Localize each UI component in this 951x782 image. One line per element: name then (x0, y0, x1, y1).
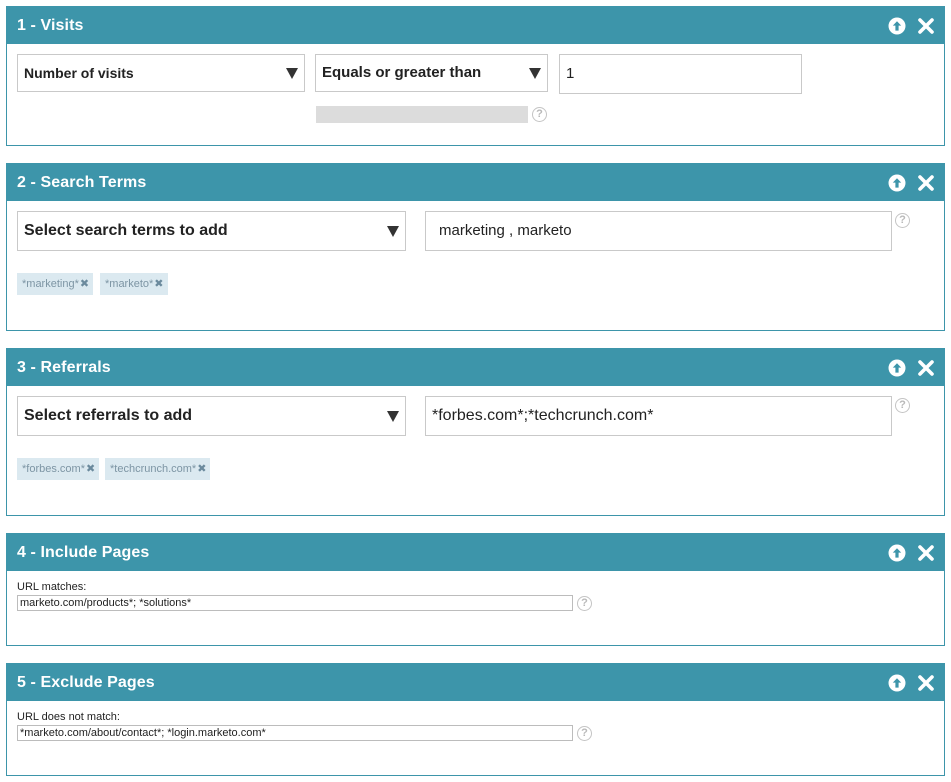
panel-header: 2 - Search Terms (7, 164, 944, 201)
panel-title: 3 - Referrals (17, 359, 111, 376)
disabled-field (316, 106, 528, 123)
panel-actions (888, 16, 935, 35)
move-up-icon[interactable] (888, 359, 906, 377)
panel-actions (888, 173, 935, 192)
panel-header: 1 - Visits (7, 7, 944, 44)
chevron-down-icon (286, 68, 298, 79)
search-terms-input[interactable]: marketing , marketo (425, 211, 892, 251)
help-icon[interactable]: ? (895, 398, 910, 413)
referrals-select[interactable]: Select referrals to add (17, 396, 406, 436)
panel-title: 5 - Exclude Pages (17, 674, 155, 691)
referral-tag: *forbes.com*✖ (17, 458, 100, 480)
tag-label: *marketo* (105, 278, 154, 290)
panel-header: 3 - Referrals (7, 349, 944, 386)
close-icon[interactable] (917, 544, 935, 562)
help-icon[interactable]: ? (577, 726, 592, 741)
visit-metric-value: Number of visits (24, 65, 134, 81)
visit-count-input[interactable]: 1 (559, 54, 802, 94)
search-term-tag: *marketo*✖ (100, 273, 168, 295)
help-icon[interactable]: ? (895, 213, 910, 228)
operator-select[interactable]: Equals or greater than (315, 54, 548, 92)
move-up-icon[interactable] (888, 17, 906, 35)
referrals-input[interactable]: *forbes.com*;*techcrunch.com* (425, 396, 892, 436)
exclude-pages-panel: 5 - Exclude Pages URL does not match: *m… (6, 663, 945, 776)
panel-actions (888, 358, 935, 377)
include-pages-panel: 4 - Include Pages URL matches: marketo.c… (6, 533, 945, 646)
visits-panel: 1 - Visits Number of visits Equals or gr… (6, 6, 945, 146)
close-icon[interactable] (917, 359, 935, 377)
panel-header: 4 - Include Pages (7, 534, 944, 571)
url-not-match-input[interactable]: *marketo.com/about/contact*; *login.mark… (17, 725, 573, 741)
url-matches-input[interactable]: marketo.com/products*; *solutions* (17, 595, 573, 611)
chevron-down-icon (529, 68, 541, 79)
tag-label: *techcrunch.com* (110, 463, 197, 475)
x-icon[interactable]: ✖ (197, 463, 206, 475)
close-icon[interactable] (917, 174, 935, 192)
tag-label: *forbes.com* (22, 463, 85, 475)
search-term-tag: *marketing*✖ (17, 273, 94, 295)
help-icon[interactable]: ? (577, 596, 592, 611)
chevron-down-icon (387, 411, 399, 422)
move-up-icon[interactable] (888, 674, 906, 692)
tag-label: *marketing* (22, 278, 79, 290)
panel-header: 5 - Exclude Pages (7, 664, 944, 701)
x-icon[interactable]: ✖ (80, 278, 89, 290)
close-icon[interactable] (917, 17, 935, 35)
operator-value: Equals or greater than (322, 64, 482, 81)
x-icon[interactable]: ✖ (154, 278, 163, 290)
referrals-select-label: Select referrals to add (24, 407, 193, 424)
panel-actions (888, 673, 935, 692)
referral-tag: *techcrunch.com*✖ (105, 458, 211, 480)
search-terms-select[interactable]: Select search terms to add (17, 211, 406, 251)
panel-title: 4 - Include Pages (17, 544, 150, 561)
visit-metric-select[interactable]: Number of visits (17, 54, 305, 92)
search-terms-select-label: Select search terms to add (24, 222, 228, 239)
close-icon[interactable] (917, 674, 935, 692)
panel-actions (888, 543, 935, 562)
url-not-match-label: URL does not match: (17, 711, 120, 723)
panel-title: 1 - Visits (17, 17, 84, 34)
move-up-icon[interactable] (888, 174, 906, 192)
x-icon[interactable]: ✖ (86, 463, 95, 475)
panel-title: 2 - Search Terms (17, 174, 147, 191)
url-matches-label: URL matches: (17, 581, 87, 593)
move-up-icon[interactable] (888, 544, 906, 562)
help-icon[interactable]: ? (532, 107, 547, 122)
chevron-down-icon (387, 226, 399, 237)
referrals-panel: 3 - Referrals Select referrals to add *f… (6, 348, 945, 516)
search-terms-panel: 2 - Search Terms Select search terms to … (6, 163, 945, 331)
